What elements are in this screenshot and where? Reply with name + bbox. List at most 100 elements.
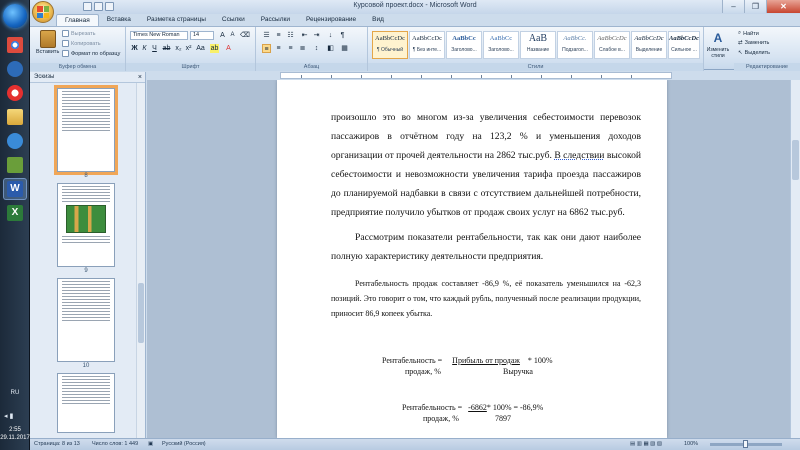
excel-taskbar-icon[interactable]: X	[3, 202, 27, 224]
tab-home[interactable]: Главная	[56, 14, 99, 26]
align-center-icon[interactable]: ≡	[274, 44, 283, 53]
scrollbar-thumb[interactable]	[792, 140, 799, 180]
style-heading-2[interactable]: AaBbCc Заголово...	[483, 31, 519, 59]
cut-label: Вырезать	[71, 30, 96, 37]
language-indicator[interactable]: RU	[0, 390, 30, 396]
tab-view[interactable]: Вид	[364, 14, 392, 26]
close-icon[interactable]: ×	[138, 72, 142, 83]
style-subtle-emphasis[interactable]: AaBbCcDc Слабое в...	[594, 31, 630, 59]
formula-1[interactable]: Рентабельность = Прибыль от продаж * 100…	[382, 356, 553, 365]
start-button[interactable]	[3, 4, 27, 28]
thumbnail-page[interactable]	[57, 373, 115, 433]
thumbnail-page[interactable]	[57, 278, 115, 362]
tab-references[interactable]: Ссылки	[214, 14, 253, 26]
page-text: произошло это во многом из-за увеличения…	[331, 108, 641, 321]
clock[interactable]: 2:55 29.11.2017	[0, 426, 30, 442]
media-icon[interactable]	[3, 130, 27, 152]
formula-2[interactable]: Рентабельность = -6862* 100% = -86,9%	[402, 403, 543, 412]
underline-button[interactable]: Ч	[150, 44, 159, 53]
scrollbar-thumb[interactable]	[138, 283, 144, 343]
superscript-button[interactable]: x²	[184, 44, 193, 53]
app-icon[interactable]	[3, 154, 27, 176]
spellcheck-icon[interactable]: ▣	[148, 441, 153, 447]
align-left-icon[interactable]: ≡	[262, 44, 271, 53]
select-button[interactable]: ↖ Выделить	[738, 50, 770, 56]
thumbnail-page[interactable]	[57, 183, 115, 267]
tab-mailings[interactable]: Рассылки	[253, 14, 298, 26]
grow-font-icon[interactable]: A	[218, 31, 227, 40]
increase-indent-icon[interactable]: ⇥	[312, 31, 321, 40]
chrome-icon[interactable]	[3, 34, 27, 56]
style-heading-1[interactable]: AaBbCc Заголово...	[446, 31, 482, 59]
style-title[interactable]: АаВ Название	[520, 31, 556, 59]
show-marks-icon[interactable]: ¶	[338, 31, 347, 40]
cut-button[interactable]: Вырезать	[62, 30, 95, 37]
maximize-button[interactable]: ❐	[744, 0, 766, 13]
shading-icon[interactable]: ◧	[326, 44, 335, 53]
page-count[interactable]: Страница: 8 из 13	[34, 441, 80, 447]
borders-icon[interactable]: ▦	[340, 44, 349, 53]
paragraph[interactable]: произошло это во многом из-за увеличения…	[331, 108, 641, 222]
numbering-icon[interactable]: ≡	[274, 31, 283, 40]
find-icon: ⌕	[738, 30, 742, 36]
word-taskbar-icon[interactable]: W	[3, 178, 27, 200]
minimize-button[interactable]: –	[722, 0, 744, 13]
zoom-slider-knob[interactable]	[743, 440, 748, 448]
style-name: Заголово...	[451, 47, 477, 53]
align-right-icon[interactable]: ≡	[286, 44, 295, 53]
style-subtitle[interactable]: AaBbCc. Подзагол...	[557, 31, 593, 59]
font-size-select[interactable]: 14	[190, 31, 214, 40]
document-page[interactable]: произошло это во многом из-за увеличения…	[277, 80, 667, 438]
shrink-font-icon[interactable]: A	[228, 31, 237, 40]
change-case-button[interactable]: Aa	[196, 44, 205, 53]
office-button[interactable]	[32, 1, 54, 23]
italic-button[interactable]: К	[140, 44, 149, 53]
tab-insert[interactable]: Вставка	[99, 14, 139, 26]
change-styles-button[interactable]: A Изменить стили	[706, 31, 730, 59]
view-buttons[interactable]: ▤ ▥ ▦ ▧ ▨	[630, 441, 662, 447]
multilevel-list-icon[interactable]: ☷	[286, 31, 295, 40]
browser-icon[interactable]	[3, 58, 27, 80]
paragraph[interactable]: Рассмотрим показатели рентабельности, та…	[331, 228, 641, 266]
clear-format-icon[interactable]: ⌫	[240, 31, 250, 40]
font-name-select[interactable]: Times New Roman	[130, 31, 188, 40]
tab-review[interactable]: Рецензирование	[298, 14, 364, 26]
highlight-button[interactable]: ab	[210, 44, 219, 53]
zoom-level[interactable]: 100%	[684, 441, 698, 447]
subscript-button[interactable]: x₂	[174, 44, 183, 53]
word-count[interactable]: Число слов: 1 449	[92, 441, 138, 447]
style-intense-emphasis[interactable]: AaBbCcDc Сильное ...	[668, 31, 700, 59]
paste-button[interactable]: Вставить	[36, 30, 59, 55]
zoom-slider[interactable]	[710, 440, 782, 448]
copy-button[interactable]: Копировать	[62, 40, 101, 47]
vertical-scrollbar[interactable]	[790, 80, 800, 438]
style-emphasis[interactable]: AaBbCcDc Выделение	[631, 31, 667, 59]
language-status[interactable]: Русский (Россия)	[162, 441, 206, 447]
style-preview: AaBbCc.	[563, 35, 587, 42]
bullets-icon[interactable]: ☰	[262, 31, 271, 40]
opera-icon[interactable]	[3, 82, 27, 104]
font-group: Times New Roman 14 A A ⌫ Ж К Ч ab x₂ x² …	[126, 27, 256, 71]
tray-icons[interactable]: ◂ ▮	[4, 412, 13, 420]
thumbnail-page[interactable]	[54, 85, 118, 175]
bold-button[interactable]: Ж	[130, 44, 139, 53]
justify-icon[interactable]: ≣	[298, 44, 307, 53]
tab-page-layout[interactable]: Разметка страницы	[139, 14, 214, 26]
style-normal[interactable]: AaBbCcDc ¶ Обычный	[372, 31, 408, 59]
thumbnails-scrollbar[interactable]	[136, 83, 145, 438]
sort-icon[interactable]: ↓	[326, 31, 335, 40]
strikethrough-button[interactable]: ab	[162, 44, 171, 53]
select-icon: ↖	[738, 50, 743, 56]
format-painter-button[interactable]: Формат по образцу	[62, 50, 120, 57]
folder-icon[interactable]	[3, 106, 27, 128]
find-button[interactable]: ⌕ Найти	[738, 30, 759, 37]
paragraph[interactable]: Рентабельность продаж составляет -86,9 %…	[331, 276, 641, 321]
decrease-indent-icon[interactable]: ⇤	[300, 31, 309, 40]
style-no-spacing[interactable]: AaBbCcDc ¶ Без инте...	[409, 31, 445, 59]
line-spacing-icon[interactable]: ↕	[312, 44, 321, 53]
font-color-button[interactable]: A	[224, 44, 233, 53]
replace-button[interactable]: ⇄ Заменить	[738, 40, 769, 46]
ruler-bar[interactable]	[280, 72, 672, 79]
formula-numerator: -6862	[468, 403, 487, 412]
close-button[interactable]: ✕	[766, 0, 800, 13]
